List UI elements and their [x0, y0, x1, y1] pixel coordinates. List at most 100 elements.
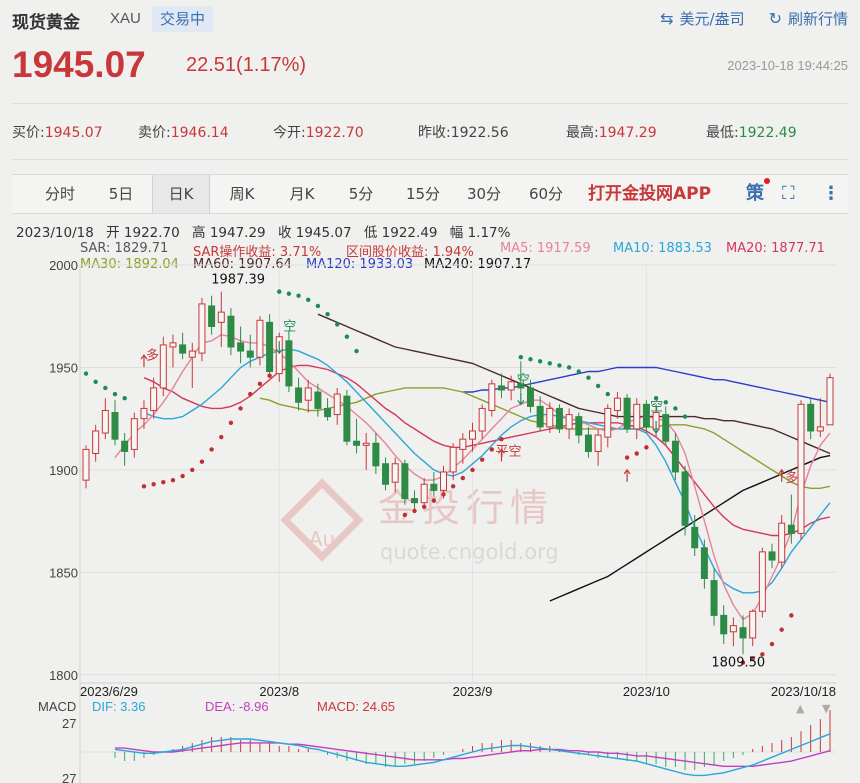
short-arrow	[517, 392, 525, 406]
short-signal-mark: 空	[650, 399, 663, 414]
sar-dot	[83, 371, 89, 376]
y-tick-label: 1800	[49, 668, 78, 683]
candle[interactable]	[382, 463, 390, 485]
candle[interactable]	[497, 385, 505, 391]
candle[interactable]	[362, 442, 370, 446]
candle[interactable]	[787, 524, 795, 534]
macd-dif-line	[114, 733, 831, 777]
sar-dot	[673, 406, 678, 411]
sar-dot	[779, 627, 784, 632]
candle[interactable]	[324, 407, 332, 418]
candle[interactable]	[826, 377, 834, 426]
candle[interactable]	[478, 407, 486, 432]
candle[interactable]	[546, 407, 554, 428]
candle[interactable]	[449, 446, 457, 473]
candle[interactable]	[314, 391, 322, 409]
candle[interactable]	[758, 551, 766, 612]
candle[interactable]	[604, 407, 612, 438]
candle[interactable]	[420, 483, 428, 504]
x-tick-label: 2023/9	[453, 684, 493, 699]
candle[interactable]	[488, 383, 496, 411]
candle[interactable]	[575, 416, 583, 436]
candle[interactable]	[391, 463, 399, 483]
candle[interactable]	[807, 403, 815, 432]
candle[interactable]	[140, 407, 148, 420]
long-signal-mark: 多	[785, 470, 798, 486]
sar-dot	[441, 492, 446, 497]
sar-dot	[547, 361, 552, 366]
candle[interactable]	[246, 350, 254, 358]
candle[interactable]	[440, 471, 448, 491]
candle[interactable]	[778, 522, 786, 563]
candle[interactable]	[256, 319, 264, 358]
candle[interactable]	[671, 440, 679, 473]
sar-dot	[315, 303, 321, 309]
candle[interactable]	[150, 387, 158, 411]
candle[interactable]	[198, 303, 206, 354]
sar-dot	[450, 484, 456, 489]
candle[interactable]	[343, 395, 351, 442]
candle[interactable]	[584, 434, 592, 452]
sar-dot	[112, 391, 118, 397]
candle[interactable]	[266, 321, 274, 373]
candle[interactable]	[536, 405, 544, 428]
macd-label: MACD	[38, 699, 76, 714]
candle[interactable]	[295, 387, 303, 403]
candle[interactable]	[188, 350, 196, 358]
candle[interactable]	[710, 580, 718, 616]
candle[interactable]	[816, 426, 824, 432]
candle[interactable]	[121, 440, 129, 452]
sar-dot	[460, 475, 466, 481]
candle[interactable]	[237, 342, 245, 352]
candle[interactable]	[662, 414, 670, 442]
candle[interactable]	[729, 625, 737, 633]
candle[interactable]	[459, 438, 467, 450]
x-tick-label: 2023/10/18	[771, 684, 836, 699]
candle[interactable]	[82, 448, 90, 481]
candle[interactable]	[633, 403, 641, 430]
candle[interactable]	[217, 311, 225, 323]
candle[interactable]	[594, 434, 602, 452]
candle[interactable]	[739, 627, 747, 639]
candle[interactable]	[179, 344, 187, 354]
scroll-up-icon[interactable]: ▲	[796, 702, 805, 715]
candle[interactable]	[797, 403, 805, 534]
candle[interactable]	[613, 397, 621, 411]
candle[interactable]	[507, 381, 515, 391]
candle[interactable]	[130, 418, 138, 450]
candle[interactable]	[720, 614, 728, 635]
candle[interactable]	[555, 407, 563, 430]
candle[interactable]	[169, 342, 177, 348]
candle[interactable]	[208, 305, 216, 327]
candle[interactable]	[642, 403, 650, 428]
candle[interactable]	[92, 430, 100, 455]
candle[interactable]	[101, 409, 109, 434]
candle[interactable]	[111, 412, 119, 440]
sar-dot	[296, 293, 301, 298]
candle[interactable]	[565, 414, 573, 430]
candle[interactable]	[691, 526, 699, 549]
scroll-down-icon[interactable]: ▼	[822, 702, 831, 715]
candlestick-chart[interactable]: Au 金投行情 quote.cngold.org 200019501900185…	[0, 0, 860, 783]
candle[interactable]	[681, 471, 689, 526]
candle[interactable]	[700, 547, 708, 580]
candle[interactable]	[401, 463, 409, 500]
candle[interactable]	[285, 340, 293, 387]
candle[interactable]	[468, 430, 476, 440]
sar-dot	[335, 322, 340, 327]
candle[interactable]	[227, 315, 235, 348]
candle[interactable]	[430, 483, 438, 491]
sar-dot	[199, 459, 205, 464]
macd-y-bottom: 27	[62, 771, 76, 783]
candle[interactable]	[304, 387, 312, 401]
candle[interactable]	[159, 344, 167, 389]
candle[interactable]	[372, 442, 380, 467]
candle[interactable]	[333, 393, 341, 416]
candle[interactable]	[749, 610, 757, 639]
candle[interactable]	[411, 498, 419, 504]
candle[interactable]	[768, 551, 776, 561]
candle[interactable]	[526, 387, 534, 407]
y-tick-label: 2000	[49, 258, 78, 273]
candle[interactable]	[353, 440, 361, 446]
candle[interactable]	[623, 397, 631, 430]
